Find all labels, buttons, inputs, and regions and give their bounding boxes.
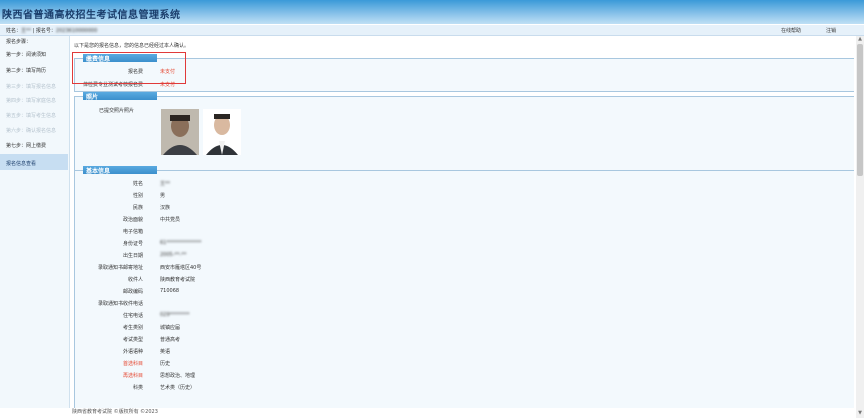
logout-link[interactable]: 注销	[826, 27, 836, 34]
info-value: 中共党员	[160, 217, 181, 223]
info-row: 姓名 王**	[75, 177, 854, 189]
info-row: 录取通知书收件电话	[75, 297, 854, 309]
app-header: 陕西省普通高校招生考试信息管理系统	[0, 0, 864, 24]
basic-panel-title: 基本信息	[86, 168, 111, 175]
fee-panel: 缴费信息 报名费 未支付 体检费专业测试考核报名费 未支付	[74, 54, 854, 92]
info-value: 思想政治、地理	[160, 373, 196, 379]
info-label: 民族	[132, 205, 143, 211]
info-label: 录取通知书邮寄地址	[97, 265, 143, 271]
info-row: 考生类别 城镇应届	[75, 321, 854, 333]
photo-panel-title: 照片	[86, 94, 99, 101]
info-label: 身份证号	[122, 241, 143, 247]
id-label: 报名号：	[35, 28, 56, 34]
app-title: 陕西省普通高校招生考试信息管理系统	[2, 10, 181, 21]
info-label: 出生日期	[122, 253, 143, 259]
info-value: 英语	[160, 349, 171, 355]
info-row: 外语语种 英语	[75, 345, 854, 357]
photo-image	[203, 109, 241, 155]
footer: 陕西省教育考试院 ©版权所有 ©2023	[72, 409, 158, 415]
info-value: 029********	[160, 312, 190, 318]
sidebar-step-4: 第四步：填写家庭信息	[6, 98, 57, 104]
info-value: 男	[160, 193, 166, 199]
basic-info-panel: 基本信息 姓名 王** 性别 男 民族 汉族 政治面貌 中共党员 电子信箱 身份证号 61…	[74, 166, 854, 408]
info-value: 2005-**-**	[160, 252, 187, 258]
info-value: 汉族	[160, 205, 171, 211]
info-label: 考试类型	[122, 337, 143, 343]
sidebar-active-label: 报名信息查看	[6, 161, 37, 167]
info-value: 西安市雁塔区40号	[160, 265, 202, 271]
info-label: 姓名	[132, 181, 143, 187]
steps-title: 报名步骤：	[6, 39, 32, 45]
name-label: 姓名：	[6, 28, 22, 34]
sidebar-step-7[interactable]: 第七步：网上缴费	[6, 142, 66, 149]
info-row: 录取通知书邮寄地址 西安市雁塔区40号	[75, 261, 854, 273]
info-label: 政治面貌	[122, 217, 143, 223]
help-link[interactable]: 在线帮助	[781, 27, 801, 34]
info-label: 收件人	[127, 277, 143, 283]
info-row: 性别 男	[75, 189, 854, 201]
info-label: 考生类别	[122, 325, 143, 331]
info-value: 陕西教育考试院	[160, 277, 196, 283]
info-row: 科类 艺术类（历史）	[75, 381, 854, 393]
info-row: 住宅电话 029********	[75, 309, 854, 321]
sidebar-item-view-info[interactable]: 报名信息查看	[0, 154, 68, 170]
info-row: 首选科目 历史	[75, 357, 854, 369]
info-value: 普通高考	[160, 337, 181, 343]
info-row: 政治面貌 中共党员	[75, 213, 854, 225]
info-row: 民族 汉族	[75, 201, 854, 213]
scroll-down-arrow-icon[interactable]: ▼	[857, 411, 863, 416]
info-label: 性别	[132, 193, 143, 199]
id-value: 2023610000000	[55, 28, 98, 34]
info-value: 历史	[160, 361, 171, 367]
info-row: 出生日期 2005-**-**	[75, 249, 854, 261]
info-label: 再选科目	[122, 373, 143, 379]
photo-label: 已提交照片照片	[99, 108, 135, 114]
info-row: 身份证号 61**************	[75, 237, 854, 249]
fee-row: 报名费 未支付	[75, 65, 854, 77]
info-value: 城镇应届	[160, 325, 181, 331]
scrollbar-thumb[interactable]	[857, 44, 863, 176]
info-label: 首选科目	[122, 361, 143, 367]
info-row: 考试类型 普通高考	[75, 333, 854, 345]
info-row: 再选科目 思想政治、地理	[75, 369, 854, 381]
notice-text: 以下是您的报名信息，您的信息已经经过本人确认。	[74, 43, 190, 49]
name-value: 王**	[21, 28, 32, 34]
photo-panel-header: 照片	[83, 92, 157, 101]
info-label: 电子信箱	[122, 229, 143, 235]
info-row: 电子信箱	[75, 225, 854, 237]
info-value: 艺术类（历史）	[160, 385, 196, 391]
user-info: 姓名：王** | 报名号：2023610000000	[6, 27, 97, 34]
sidebar-step-1[interactable]: 第一步：阅读须知	[6, 51, 66, 58]
info-label: 科类	[132, 385, 143, 391]
info-label: 录取通知书收件电话	[97, 301, 143, 307]
info-value: 61**************	[160, 240, 202, 246]
sidebar-step-3: 第三步：填写报名信息	[6, 84, 57, 90]
scroll-up-arrow-icon[interactable]: ▲	[857, 37, 863, 42]
info-row: 邮政编码 710068	[75, 285, 854, 297]
info-value: 710068	[160, 288, 180, 294]
info-label: 邮政编码	[122, 289, 143, 295]
photo-image	[161, 109, 199, 155]
basic-panel-header: 基本信息	[83, 166, 157, 175]
sidebar-step-6: 第六步：确认报名信息	[6, 128, 57, 134]
sidebar-step-5: 第五步：填写考生信息	[6, 113, 57, 119]
info-value: 王**	[160, 181, 171, 187]
info-label: 外语语种	[122, 349, 143, 355]
sidebar-step-2[interactable]: 第二步：填写简历	[6, 67, 66, 74]
fee-row: 体检费专业测试考核报名费 未支付	[75, 78, 854, 90]
sidebar: 报名步骤： 第一步：阅读须知 第二步：填写简历 第三步：填写报名信息 第四步：填…	[0, 36, 70, 408]
info-label: 住宅电话	[122, 313, 143, 319]
highlight-box	[72, 52, 186, 84]
main-content: 以下是您的报名信息，您的信息已经经过本人确认。 缴费信息 报名费 未支付 体检费…	[72, 36, 854, 408]
info-row: 收件人 陕西教育考试院	[75, 273, 854, 285]
user-info-bar: 姓名：王** | 报名号：2023610000000 在线帮助 注销	[0, 25, 864, 36]
